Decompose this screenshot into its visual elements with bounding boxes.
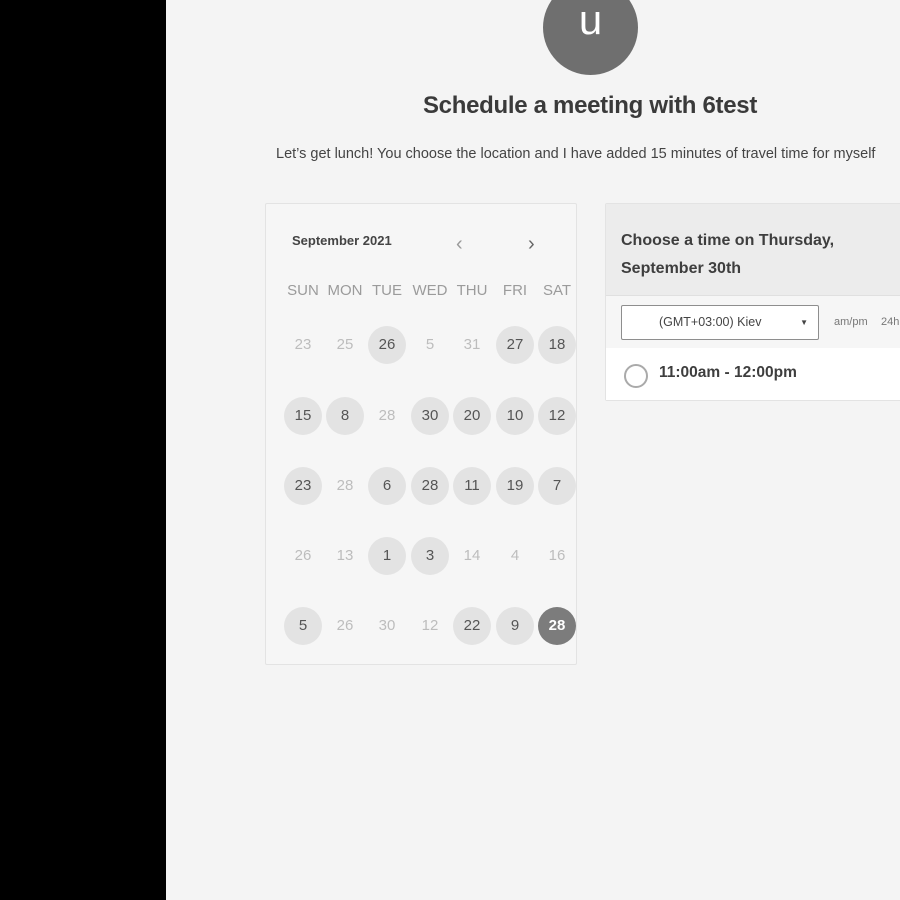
calendar-day: 25 <box>336 336 354 353</box>
time-slot-option[interactable]: 11:00am - 12:00pm <box>606 348 900 400</box>
prev-month-chevron-icon[interactable]: ‹ <box>456 234 463 254</box>
weekday-label: FRI <box>502 282 528 299</box>
radio-circle-icon[interactable] <box>624 364 648 388</box>
calendar-day[interactable]: 10 <box>496 397 534 435</box>
host-avatar: u <box>543 0 638 75</box>
calendar-day: 13 <box>336 547 354 564</box>
time-panel-header: Choose a time on Thursday, September 30t… <box>606 204 900 296</box>
weekday-label: TUE <box>372 282 402 299</box>
weekday-label: MON <box>327 282 363 299</box>
weekday-label: SUN <box>287 282 319 299</box>
calendar-day[interactable]: 27 <box>496 326 534 364</box>
caret-down-icon: ▼ <box>800 318 808 327</box>
calendar-day[interactable]: 3 <box>411 537 449 575</box>
calendar-day[interactable]: 5 <box>284 607 322 645</box>
meeting-description: Let’s get lunch! You choose the location… <box>276 146 876 162</box>
calendar-day[interactable]: 22 <box>453 607 491 645</box>
calendar-day: 30 <box>378 617 396 634</box>
calendar-day: 23 <box>294 336 312 353</box>
calendar-day: 4 <box>510 547 520 564</box>
date-picker-calendar: September 2021 ‹ › SUN MON TUE WED THU FRI SAT… <box>265 203 577 665</box>
calendar-day: 28 <box>336 477 354 494</box>
time-slot-panel: Choose a time on Thursday, September 30t… <box>605 203 900 401</box>
calendar-day[interactable]: 23 <box>284 467 322 505</box>
calendar-day[interactable]: 7 <box>538 467 576 505</box>
calendar-day: 16 <box>548 547 566 564</box>
weekday-header-row: SUN MON TUE WED THU FRI SAT <box>274 282 574 302</box>
calendar-day[interactable]: 30 <box>411 397 449 435</box>
calendar-day: 12 <box>421 617 439 634</box>
timezone-value: (GMT+03:00) Kiev <box>659 315 762 329</box>
format-24h-toggle[interactable]: 24h <box>881 316 899 328</box>
calendar-day[interactable]: 28 <box>411 467 449 505</box>
page-title: Schedule a meeting with 6test <box>422 92 758 119</box>
calendar-day[interactable]: 9 <box>496 607 534 645</box>
timezone-row: (GMT+03:00) Kiev ▼ am/pm 24h <box>606 296 900 348</box>
calendar-day[interactable]: 26 <box>368 326 406 364</box>
calendar-day: 5 <box>425 336 435 353</box>
calendar-day: 26 <box>336 617 354 634</box>
next-month-chevron-icon[interactable]: › <box>528 234 535 254</box>
calendar-day: 28 <box>378 407 396 424</box>
calendar-day[interactable]: 6 <box>368 467 406 505</box>
calendar-day[interactable]: 18 <box>538 326 576 364</box>
weekday-label: WED <box>412 282 448 299</box>
calendar-month-label: September 2021 <box>292 233 392 248</box>
calendar-day[interactable]: 12 <box>538 397 576 435</box>
calendar-day[interactable]: 11 <box>453 467 491 505</box>
calendar-day-selected[interactable]: 28 <box>538 607 576 645</box>
weekday-label: THU <box>456 282 488 299</box>
time-panel-title-line2: September 30th <box>621 260 742 277</box>
calendar-day: 14 <box>463 547 481 564</box>
calendar-day[interactable]: 15 <box>284 397 322 435</box>
calendar-day: 31 <box>463 336 481 353</box>
time-panel-title-line1: Choose a time on Thursday, <box>621 232 835 249</box>
calendar-day[interactable]: 20 <box>453 397 491 435</box>
calendar-day: 26 <box>294 547 312 564</box>
weekday-label: SAT <box>542 282 572 299</box>
timezone-select[interactable]: (GMT+03:00) Kiev ▼ <box>621 305 819 340</box>
booking-page: u Schedule a meeting with 6test Let’s ge… <box>166 0 900 900</box>
time-slot-label: 11:00am - 12:00pm <box>659 364 797 381</box>
format-ampm-toggle[interactable]: am/pm <box>834 316 868 328</box>
calendar-day[interactable]: 1 <box>368 537 406 575</box>
calendar-day[interactable]: 19 <box>496 467 534 505</box>
calendar-day[interactable]: 8 <box>326 397 364 435</box>
